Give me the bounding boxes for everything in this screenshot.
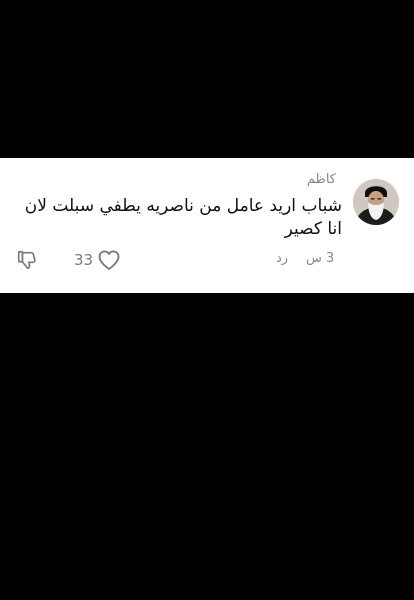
like-count: 33 [74,251,94,269]
screen: كاظم شباب اريد عامل من ناصريه يطفي سبلت … [0,0,414,600]
dislike-button[interactable] [14,248,40,272]
like-button[interactable]: 33 [74,248,121,272]
avatar[interactable] [353,179,399,225]
avatar-image [353,179,399,225]
comment-card: كاظم شباب اريد عامل من ناصريه يطفي سبلت … [0,158,414,293]
thumbs-down-icon [17,250,36,270]
comment-timestamp: 3 س [306,251,335,266]
heart-outline-icon [98,250,120,270]
comment-actions: 33 رد 3 س [0,246,414,276]
comment-author[interactable]: كاظم [307,172,336,187]
comment-text: شباب اريد عامل من ناصريه يطفي سبلت لان ا… [24,196,342,239]
reply-button[interactable]: رد [276,251,288,266]
